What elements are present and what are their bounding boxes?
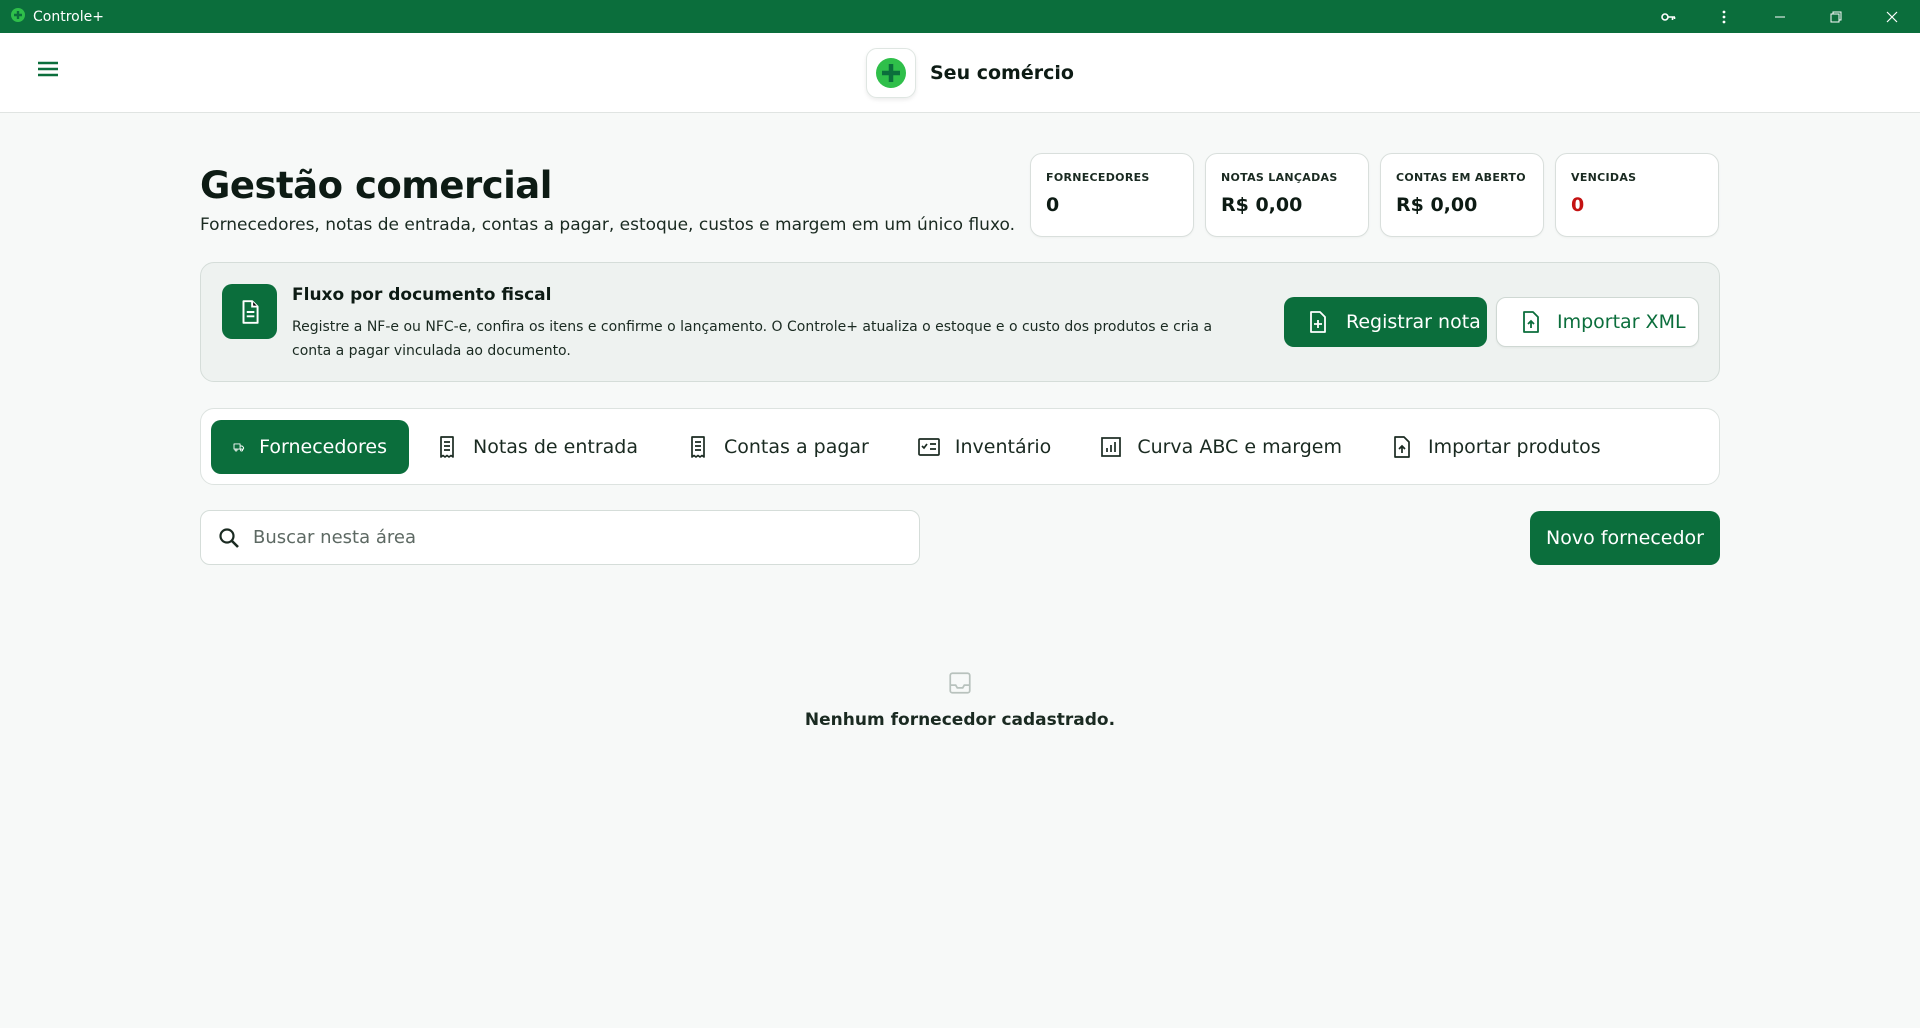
stat-card-fornecedores: FORNECEDORES 0: [1030, 153, 1194, 237]
tab-label: Inventário: [954, 435, 1052, 458]
tab-curva-abc-e-margem[interactable]: Curva ABC e margem: [1077, 420, 1364, 474]
brand-logo: [866, 48, 916, 98]
close-icon: [1886, 11, 1898, 22]
flow-title: Fluxo por documento fiscal: [292, 285, 552, 305]
file-add-icon: [1310, 311, 1326, 333]
import-xml-button[interactable]: Importar XML: [1496, 297, 1699, 347]
tab-fornecedores[interactable]: Fornecedores: [211, 419, 409, 474]
plus-logo-icon: [876, 58, 906, 88]
hamburger-icon: [38, 61, 58, 77]
tab-inventario[interactable]: Inventário: [895, 420, 1073, 474]
stat-card-contas-em-aberto: CONTAS EM ABERTO R$ 0,00: [1380, 153, 1544, 237]
fiscal-flow-card: Fluxo por documento fiscal Registre a NF…: [200, 262, 1720, 382]
stat-label: VENCIDAS: [1571, 171, 1637, 184]
file-upload-icon: [1394, 435, 1410, 458]
empty-state: Nenhum fornecedor cadastrado.: [0, 670, 1920, 730]
stat-value: 0: [1046, 194, 1060, 216]
app-logo-icon: [10, 7, 26, 27]
stat-label: CONTAS EM ABERTO: [1396, 171, 1526, 184]
tab-importar-produtos[interactable]: Importar produtos: [1368, 420, 1623, 474]
section-tabs: Fornecedores Notas de entrada Contas a p…: [200, 408, 1720, 485]
more-vertical-icon: [1722, 10, 1726, 23]
register-note-button[interactable]: Registrar nota: [1284, 297, 1487, 347]
checklist-icon: [918, 437, 940, 456]
chart-icon: [1101, 436, 1122, 457]
stat-card-notas-lancadas: NOTAS LANÇADAS R$ 0,00: [1205, 153, 1369, 237]
page-subtitle: Fornecedores, notas de entrada, contas a…: [200, 215, 1016, 235]
receipt-icon: [691, 435, 705, 458]
search-icon: [219, 527, 239, 548]
new-supplier-button[interactable]: Novo fornecedor: [1530, 511, 1720, 565]
tab-notas-de-entrada[interactable]: Notas de entrada: [413, 420, 660, 474]
search-input[interactable]: [253, 527, 893, 548]
tab-label: Curva ABC e margem: [1137, 435, 1342, 458]
brand-name: Seu comércio: [930, 62, 1074, 84]
restore-button[interactable]: [1808, 0, 1864, 33]
brand: Seu comércio: [866, 48, 1074, 98]
tab-label: Contas a pagar: [724, 435, 869, 458]
close-button[interactable]: [1864, 0, 1920, 33]
minimize-icon: [1775, 16, 1785, 17]
window-titlebar: Controle+: [0, 0, 1920, 33]
page-title: Gestão comercial: [200, 164, 552, 207]
window-title: Controle+: [33, 8, 104, 25]
key-button[interactable]: [1640, 0, 1696, 33]
stat-value: 0: [1571, 194, 1585, 216]
import-xml-label: Importar XML: [1557, 311, 1686, 333]
truck-icon: [233, 443, 245, 451]
app-title: Controle+: [0, 7, 104, 27]
empty-message: Nenhum fornecedor cadastrado.: [804, 710, 1116, 730]
tab-label: Importar produtos: [1427, 435, 1601, 458]
tab-contas-a-pagar[interactable]: Contas a pagar: [664, 420, 891, 474]
stat-label: NOTAS LANÇADAS: [1221, 171, 1338, 184]
file-upload-icon: [1523, 311, 1539, 333]
stat-value: R$ 0,00: [1396, 194, 1478, 216]
key-icon: [1661, 12, 1676, 21]
search-box: [200, 510, 920, 565]
restore-icon: [1830, 11, 1842, 22]
document-icon: [222, 284, 277, 339]
stat-label: FORNECEDORES: [1046, 171, 1150, 184]
stat-card-vencidas: VENCIDAS 0: [1555, 153, 1719, 237]
stats-row: FORNECEDORES 0 NOTAS LANÇADAS R$ 0,00 CO…: [1030, 153, 1719, 237]
minimize-button[interactable]: [1752, 0, 1808, 33]
receipt-icon: [440, 435, 454, 458]
inbox-icon: [949, 672, 971, 694]
tab-label: Notas de entrada: [473, 435, 638, 458]
tab-label: Fornecedores: [259, 435, 387, 458]
more-options-button[interactable]: [1696, 0, 1752, 33]
register-note-label: Registrar nota: [1346, 311, 1481, 333]
flow-description: Registre a NF-e ou NFC-e, confira os ite…: [292, 319, 1213, 359]
menu-button[interactable]: [34, 57, 62, 81]
stat-value: R$ 0,00: [1221, 194, 1303, 216]
app-header: Seu comércio: [0, 33, 1920, 113]
